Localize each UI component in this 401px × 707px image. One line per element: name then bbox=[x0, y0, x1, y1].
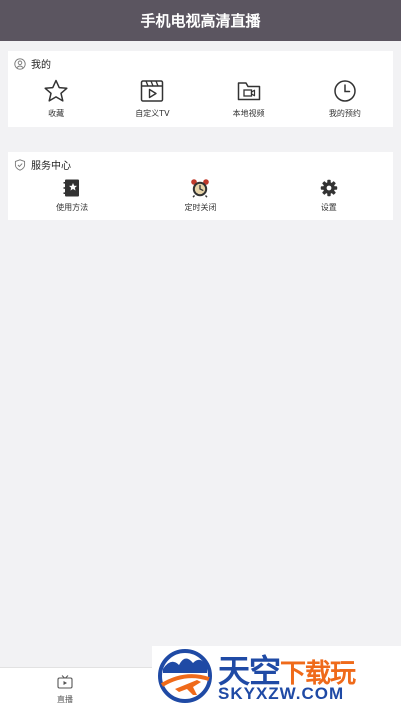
star-icon bbox=[43, 78, 69, 104]
guide-book-icon bbox=[62, 178, 82, 198]
service-section-title: 服务中心 bbox=[31, 161, 71, 172]
local-video-button[interactable]: 本地视频 bbox=[201, 78, 297, 119]
site-watermark: 天空下载玩 SKYXZW.COM bbox=[152, 646, 401, 706]
app-header: 手机电视高清直播 bbox=[0, 0, 401, 41]
favorites-label: 收藏 bbox=[48, 109, 65, 118]
watermark-url: SKYXZW.COM bbox=[218, 684, 345, 703]
mine-section-header: 我的 bbox=[14, 56, 51, 71]
clock-icon bbox=[332, 78, 358, 104]
my-reservations-label: 我的预约 bbox=[328, 109, 361, 118]
usage-guide-button[interactable]: 使用方法 bbox=[8, 178, 136, 213]
mine-section-title: 我的 bbox=[31, 60, 51, 71]
airplane-logo-icon bbox=[157, 649, 213, 703]
user-icon bbox=[14, 57, 26, 70]
sleep-timer-label: 定时关闭 bbox=[184, 203, 217, 212]
video-folder-icon bbox=[236, 78, 262, 104]
custom-tv-label: 自定义TV bbox=[135, 109, 170, 118]
tab-live-label: 直播 bbox=[57, 695, 73, 704]
local-video-label: 本地视频 bbox=[232, 109, 265, 118]
service-section-header: 服务中心 bbox=[14, 157, 71, 172]
settings-label: 设置 bbox=[320, 203, 337, 212]
page-title: 手机电视高清直播 bbox=[140, 12, 261, 30]
my-reservations-button[interactable]: 我的预约 bbox=[297, 78, 393, 119]
sleep-timer-button[interactable]: 定时关闭 bbox=[136, 178, 264, 213]
clapperboard-icon bbox=[139, 78, 165, 104]
custom-tv-button[interactable]: 自定义TV bbox=[104, 78, 200, 119]
mine-section: 我的 收藏 自定义TV 本地视频 我的预约 bbox=[8, 51, 393, 127]
tab-live[interactable]: 直播 bbox=[40, 674, 90, 705]
settings-button[interactable]: 设置 bbox=[265, 178, 393, 213]
tv-icon bbox=[57, 674, 73, 693]
usage-guide-label: 使用方法 bbox=[56, 203, 89, 212]
service-section: 服务中心 使用方法 定时关闭 设置 bbox=[8, 152, 393, 220]
gear-icon bbox=[319, 178, 339, 198]
shield-check-icon bbox=[14, 158, 26, 171]
favorites-button[interactable]: 收藏 bbox=[8, 78, 104, 119]
alarm-clock-icon bbox=[190, 178, 210, 198]
